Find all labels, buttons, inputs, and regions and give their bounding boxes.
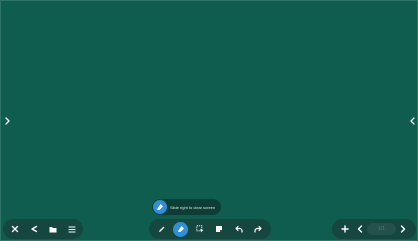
next-page-icon bbox=[400, 225, 406, 233]
left-toolbar bbox=[3, 219, 83, 239]
undo-icon bbox=[235, 225, 243, 233]
right-edge-arrow[interactable] bbox=[407, 113, 417, 129]
share-button[interactable] bbox=[26, 221, 42, 237]
eraser-button[interactable] bbox=[173, 221, 189, 237]
undo-button[interactable] bbox=[231, 221, 247, 237]
clear-screen-tooltip[interactable]: Slide right to clear screen bbox=[152, 199, 222, 215]
select-icon bbox=[196, 225, 204, 233]
folder-icon bbox=[49, 226, 57, 233]
page-toolbar: 1/1 bbox=[332, 219, 416, 239]
folder-button[interactable] bbox=[45, 221, 61, 237]
next-page-button[interactable] bbox=[396, 221, 411, 237]
chevron-left-icon bbox=[409, 112, 415, 130]
left-edge-arrow[interactable] bbox=[3, 113, 13, 129]
pen-icon bbox=[158, 225, 166, 233]
tooltip-text: Slide right to clear screen bbox=[170, 204, 216, 210]
chevron-right-icon bbox=[5, 112, 11, 130]
prev-page-button[interactable] bbox=[352, 221, 367, 237]
note-button[interactable] bbox=[211, 221, 227, 237]
add-page-button[interactable] bbox=[337, 221, 352, 237]
close-button[interactable] bbox=[7, 221, 23, 237]
share-icon bbox=[30, 225, 38, 233]
pen-button[interactable] bbox=[154, 221, 170, 237]
eraser-icon bbox=[177, 225, 185, 233]
redo-icon bbox=[254, 225, 262, 233]
note-icon bbox=[215, 225, 223, 233]
prev-page-icon bbox=[357, 225, 363, 233]
menu-button[interactable] bbox=[64, 221, 80, 237]
redo-button[interactable] bbox=[250, 221, 266, 237]
menu-icon bbox=[67, 225, 76, 233]
page-indicator: 1/1 bbox=[367, 223, 396, 235]
add-page-icon bbox=[340, 225, 349, 233]
select-button[interactable] bbox=[192, 221, 208, 237]
drawing-toolbar bbox=[149, 219, 271, 239]
eraser-icon bbox=[153, 200, 167, 214]
close-icon bbox=[11, 225, 19, 233]
